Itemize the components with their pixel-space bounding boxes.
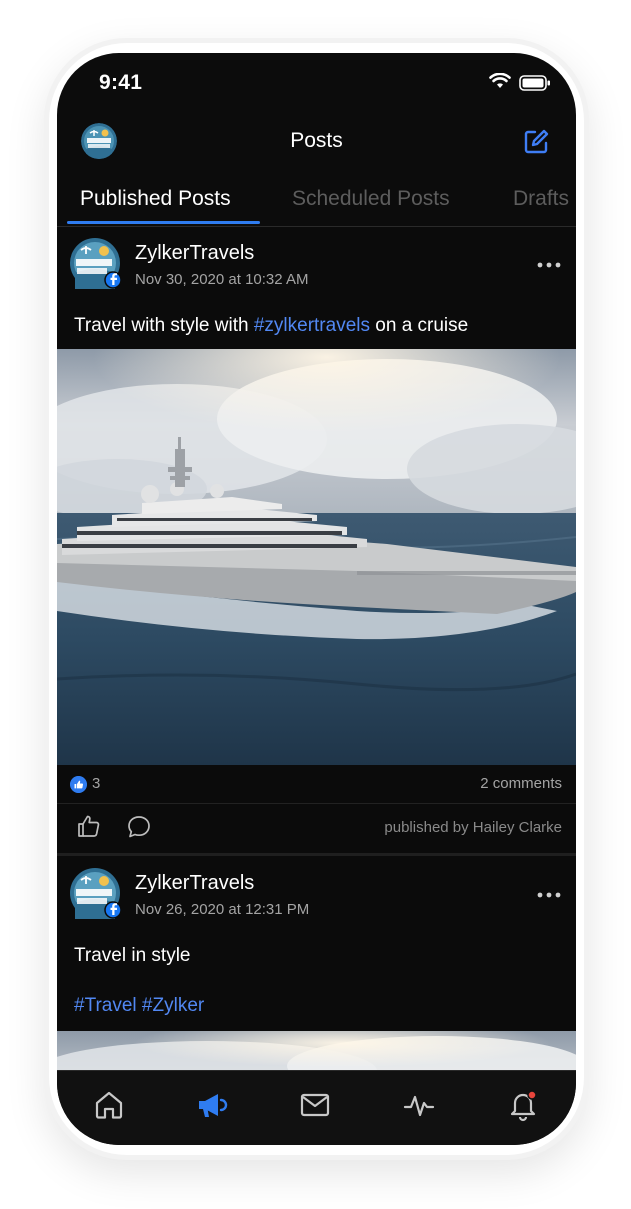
status-bar: 9:41 (57, 53, 576, 113)
post-stats: 3 2 comments (57, 765, 576, 804)
post-photo-preview (57, 1031, 576, 1070)
wifi-icon (489, 73, 511, 88)
published-by: published by Hailey Clarke (384, 819, 562, 836)
yacht-photo (57, 349, 576, 765)
active-tab-indicator (67, 221, 260, 224)
like-count[interactable]: 3 (92, 775, 100, 792)
battery-icon (519, 75, 550, 91)
post-author[interactable]: ZylkerTravels (135, 872, 254, 895)
like-reaction-icon (70, 776, 87, 793)
like-icon[interactable] (76, 813, 102, 839)
post-author[interactable]: ZylkerTravels (135, 242, 254, 265)
post-actions: published by Hailey Clarke (57, 803, 576, 853)
app-header: Posts (57, 119, 576, 165)
post-text: Travel with style with #zylkertravels on… (74, 315, 469, 336)
mail-icon[interactable] (295, 1085, 335, 1125)
more-options-icon[interactable] (535, 257, 563, 273)
avatar[interactable] (69, 867, 121, 919)
post-image[interactable] (57, 1031, 576, 1070)
megaphone-icon[interactable] (192, 1085, 232, 1125)
bell-icon[interactable] (503, 1085, 543, 1125)
home-icon[interactable] (89, 1085, 129, 1125)
tab-scheduled-posts[interactable]: Scheduled Posts (292, 187, 450, 211)
activity-icon[interactable] (399, 1085, 439, 1125)
post-date: Nov 26, 2020 at 12:31 PM (135, 901, 310, 918)
hashtag-link[interactable]: #zylkertravels (254, 315, 370, 336)
avatar[interactable] (69, 237, 121, 289)
post-date: Nov 30, 2020 at 10:32 AM (135, 271, 309, 288)
tab-published-posts[interactable]: Published Posts (80, 187, 231, 211)
post-image[interactable] (57, 349, 576, 765)
page-title: Posts (290, 129, 343, 152)
post-card: ZylkerTravels Nov 30, 2020 at 10:32 AM T… (57, 227, 576, 853)
comment-icon[interactable] (126, 814, 152, 840)
bottom-nav (57, 1070, 576, 1145)
app-screen: 9:41 Posts Published Posts Scheduled Pos… (57, 53, 576, 1145)
more-options-icon[interactable] (535, 887, 563, 903)
post-feed[interactable]: ZylkerTravels Nov 30, 2020 at 10:32 AM T… (57, 227, 576, 1070)
post-card: ZylkerTravels Nov 26, 2020 at 12:31 PM T… (57, 856, 576, 1070)
tab-drafts[interactable]: Drafts (513, 187, 569, 211)
post-text: Travel in style (74, 945, 191, 966)
status-time: 9:41 (99, 71, 143, 94)
hashtag-link[interactable]: #Travel #Zylker (74, 995, 204, 1017)
compose-icon[interactable] (521, 127, 551, 157)
post-tabs: Published Posts Scheduled Posts Drafts (57, 181, 576, 227)
comments-count[interactable]: 2 comments (480, 775, 562, 792)
